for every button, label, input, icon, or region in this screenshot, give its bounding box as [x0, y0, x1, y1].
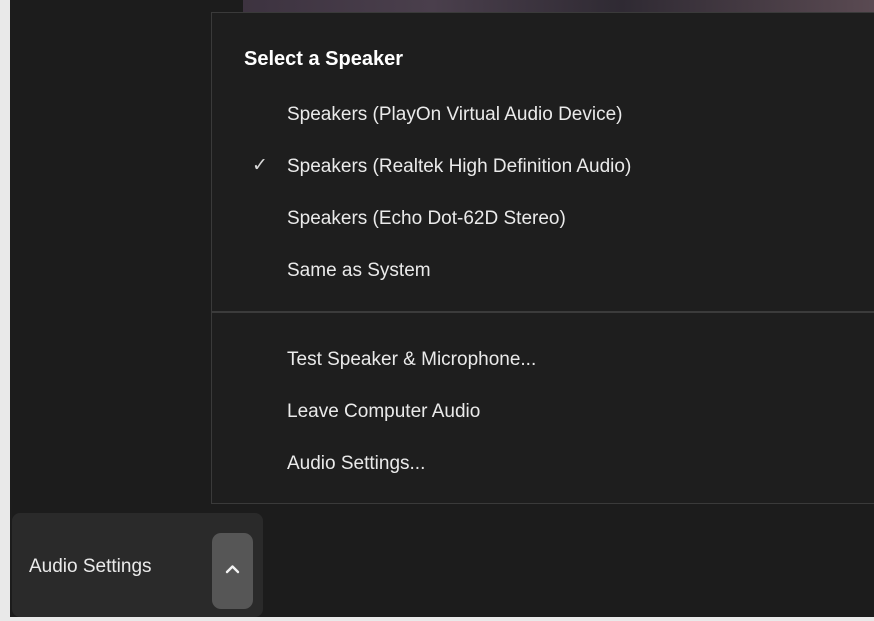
speaker-option-playon[interactable]: Speakers (PlayOn Virtual Audio Device) — [212, 92, 873, 136]
menu-divider — [212, 311, 874, 313]
speaker-option-same-as-system[interactable]: Same as System — [212, 248, 873, 292]
menu-item-label: Audio Settings... — [287, 453, 426, 474]
window-border-left — [0, 0, 10, 621]
menu-item-label: Same as System — [287, 260, 431, 281]
test-speaker-microphone-item[interactable]: Test Speaker & Microphone... — [212, 337, 873, 381]
menu-item-label: Speakers (Realtek High Definition Audio) — [287, 156, 632, 177]
menu-item-label: Leave Computer Audio — [287, 401, 481, 422]
audio-settings-button[interactable]: Audio Settings — [12, 513, 263, 617]
audio-options-caret-button[interactable] — [212, 533, 253, 609]
audio-settings-item[interactable]: Audio Settings... — [212, 441, 873, 485]
menu-item-label: Test Speaker & Microphone... — [287, 349, 537, 370]
speaker-option-echo-dot[interactable]: Speakers (Echo Dot-62D Stereo) — [212, 196, 873, 240]
menu-header: Select a Speaker — [244, 48, 403, 70]
menu-item-label: Speakers (Echo Dot-62D Stereo) — [287, 208, 566, 229]
checkmark-icon: ✓ — [252, 155, 268, 176]
leave-computer-audio-item[interactable]: Leave Computer Audio — [212, 389, 873, 433]
audio-settings-label: Audio Settings — [29, 556, 152, 577]
video-preview-strip — [243, 0, 874, 12]
chevron-up-icon — [225, 565, 240, 574]
menu-item-label: Speakers (PlayOn Virtual Audio Device) — [287, 104, 623, 125]
window-border-bottom — [0, 617, 874, 621]
speaker-select-menu: Select a Speaker Speakers (PlayOn Virtua… — [211, 12, 874, 504]
speaker-option-realtek[interactable]: ✓ Speakers (Realtek High Definition Audi… — [212, 144, 873, 188]
